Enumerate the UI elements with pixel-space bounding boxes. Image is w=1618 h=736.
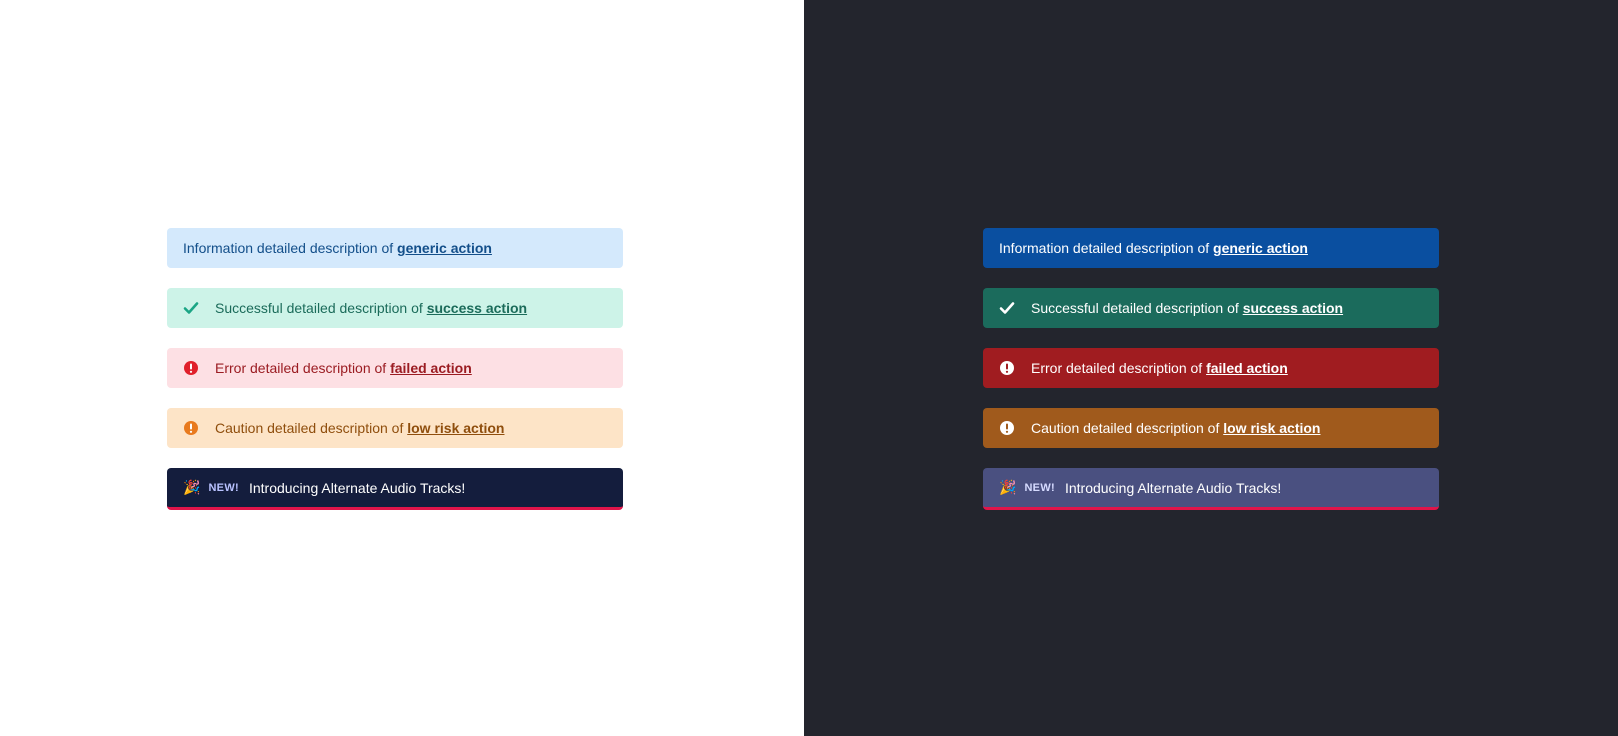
banner-stack-light: Information detailed description of gene… [167,228,623,530]
info-banner-text: Information detailed description of [183,240,398,256]
info-banner-message: Information detailed description of gene… [999,240,1308,256]
checkmark-icon [183,300,199,316]
info-banner: Information detailed description of gene… [167,228,623,268]
new-tag: NEW! [1024,481,1055,494]
announcement-text: Introducing Alternate Audio Tracks! [248,479,466,496]
light-theme-panel: Information detailed description of gene… [0,0,804,736]
success-banner-message: Successful detailed description of succe… [215,300,527,316]
info-banner-text: Information detailed description of [999,240,1214,256]
page: Information detailed description of gene… [0,0,1618,736]
success-banner: Successful detailed description of succe… [167,288,623,328]
caution-banner-message: Caution detailed description of low risk… [215,420,504,436]
error-banner: Error detailed description of failed act… [983,348,1439,388]
success-banner-text: Successful detailed description of [1031,300,1243,316]
party-popper-icon: 🎉 [999,479,1017,495]
error-banner-link[interactable]: failed action [1206,360,1288,376]
error-banner-message: Error detailed description of failed act… [1031,360,1288,376]
party-popper-icon: 🎉 [183,479,201,495]
caution-banner: Caution detailed description of low risk… [983,408,1439,448]
caution-banner-text: Caution detailed description of [1031,420,1224,436]
info-banner-link[interactable]: generic action [397,240,492,256]
error-banner-text: Error detailed description of [1031,360,1207,376]
error-banner-link[interactable]: failed action [390,360,472,376]
new-tag: NEW! [208,481,239,494]
success-banner-message: Successful detailed description of succe… [1031,300,1343,316]
caution-banner: Caution detailed description of low risk… [167,408,623,448]
exclamation-circle-icon [999,420,1015,436]
success-banner-text: Successful detailed description of [215,300,427,316]
success-banner: Successful detailed description of succe… [983,288,1439,328]
exclamation-circle-icon [999,360,1015,376]
caution-banner-text: Caution detailed description of [215,420,408,436]
announcement-banner[interactable]: 🎉 NEW! Introducing Alternate Audio Track… [167,468,623,510]
exclamation-circle-icon [183,360,199,376]
success-banner-link[interactable]: success action [1243,300,1343,316]
announcement-banner[interactable]: 🎉 NEW! Introducing Alternate Audio Track… [983,468,1439,510]
caution-banner-link[interactable]: low risk action [1223,420,1320,436]
success-banner-link[interactable]: success action [427,300,527,316]
error-banner: Error detailed description of failed act… [167,348,623,388]
caution-banner-link[interactable]: low risk action [407,420,504,436]
dark-theme-panel: Information detailed description of gene… [804,0,1618,736]
info-banner-link[interactable]: generic action [1213,240,1308,256]
info-banner: Information detailed description of gene… [983,228,1439,268]
error-banner-message: Error detailed description of failed act… [215,360,472,376]
announcement-text: Introducing Alternate Audio Tracks! [1064,479,1282,496]
checkmark-icon [999,300,1015,316]
exclamation-circle-icon [183,420,199,436]
caution-banner-message: Caution detailed description of low risk… [1031,420,1320,436]
banner-stack-dark: Information detailed description of gene… [983,228,1439,530]
info-banner-message: Information detailed description of gene… [183,240,492,256]
error-banner-text: Error detailed description of [215,360,391,376]
